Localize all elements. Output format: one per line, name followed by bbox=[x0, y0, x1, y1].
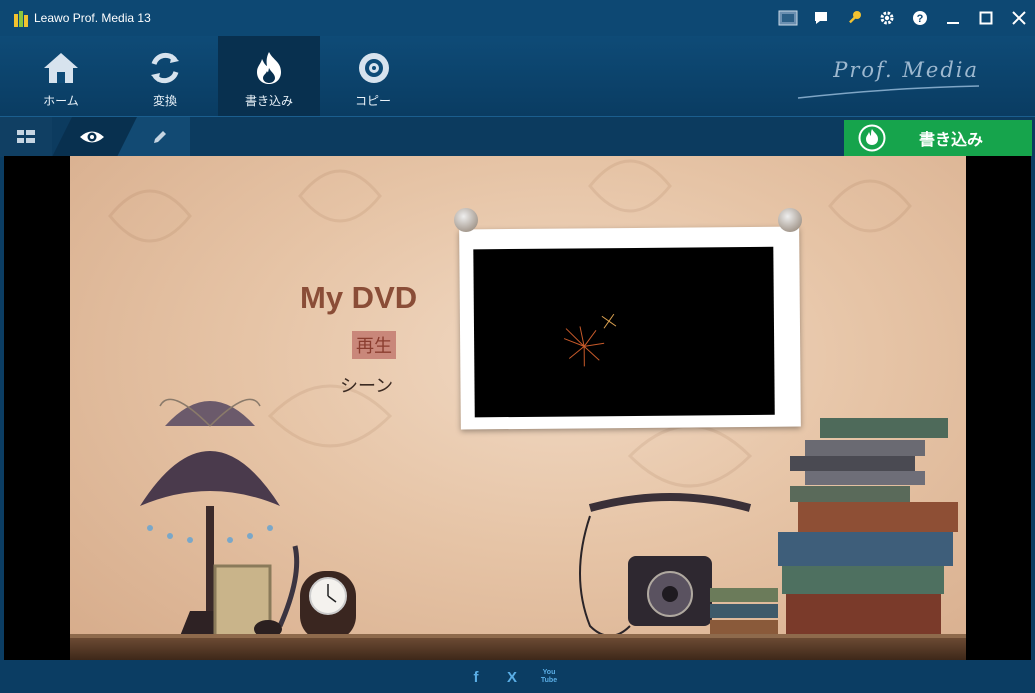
svg-text:?: ? bbox=[916, 13, 923, 25]
shelf bbox=[70, 638, 966, 660]
eye-icon bbox=[80, 131, 104, 143]
video-thumbnail bbox=[473, 246, 775, 418]
tab-convert[interactable]: 変換 bbox=[114, 36, 216, 116]
burn-button-label: 書き込み bbox=[918, 132, 983, 149]
title-bar: Leawo Prof. Media 13 ? bbox=[0, 0, 1035, 36]
facebook-icon[interactable]: f bbox=[468, 669, 484, 686]
grid-icon bbox=[17, 130, 35, 143]
youtube-icon[interactable]: You Tube bbox=[540, 669, 558, 685]
x-icon[interactable]: X bbox=[504, 669, 520, 686]
dvd-menu-preview: My DVD 再生 シーン bbox=[70, 156, 966, 660]
screenshot-icon[interactable] bbox=[771, 0, 804, 36]
fireworks-thumbnail bbox=[563, 313, 617, 367]
footer: f X You Tube bbox=[0, 660, 1035, 693]
brand-logo: Prof. Media bbox=[833, 58, 979, 82]
menu-scene-button[interactable]: シーン bbox=[340, 372, 393, 398]
main-nav: ホーム 変換 書き込み コピー Prof. Media bbox=[0, 36, 1035, 116]
preview-toolbar: 書き込み bbox=[0, 116, 1035, 157]
copy-disc-icon bbox=[359, 53, 389, 83]
tab-copy-label: コピー bbox=[354, 94, 391, 108]
maximize-icon[interactable] bbox=[969, 0, 1002, 36]
video-preview-frame bbox=[459, 226, 801, 430]
tab-copy[interactable]: コピー bbox=[322, 36, 424, 116]
tab-burn-label: 書き込み bbox=[244, 94, 293, 108]
brand-swoosh bbox=[797, 85, 980, 99]
minimize-icon[interactable] bbox=[936, 0, 969, 36]
edit-button[interactable] bbox=[140, 117, 180, 157]
home-icon bbox=[44, 53, 78, 83]
pin-right bbox=[778, 208, 802, 232]
help-icon[interactable]: ? bbox=[903, 0, 936, 36]
convert-icon bbox=[151, 52, 179, 84]
gear-icon[interactable] bbox=[870, 0, 903, 36]
tab-home[interactable]: ホーム bbox=[10, 36, 112, 116]
tab-convert-label: 変換 bbox=[152, 94, 177, 108]
app-title: Leawo Prof. Media 13 bbox=[34, 11, 151, 25]
preview-area: My DVD 再生 シーン bbox=[4, 156, 1031, 660]
app-logo-icon bbox=[14, 11, 28, 27]
chat-icon[interactable] bbox=[804, 0, 837, 36]
preview-button[interactable] bbox=[72, 117, 112, 157]
burn-icon bbox=[257, 52, 281, 84]
menu-title: My DVD bbox=[300, 280, 418, 315]
burn-flame-icon bbox=[858, 124, 886, 152]
burn-button[interactable]: 書き込み bbox=[844, 120, 1032, 156]
menu-play-button[interactable]: 再生 bbox=[352, 331, 396, 359]
tab-burn[interactable]: 書き込み bbox=[218, 36, 320, 116]
grid-view-button[interactable] bbox=[0, 117, 52, 157]
tab-home-label: ホーム bbox=[43, 94, 79, 108]
pin-left bbox=[454, 208, 478, 232]
books-decoration bbox=[710, 418, 958, 638]
close-icon[interactable] bbox=[1002, 0, 1035, 36]
key-icon[interactable] bbox=[837, 0, 870, 36]
pencil-icon bbox=[154, 131, 166, 143]
